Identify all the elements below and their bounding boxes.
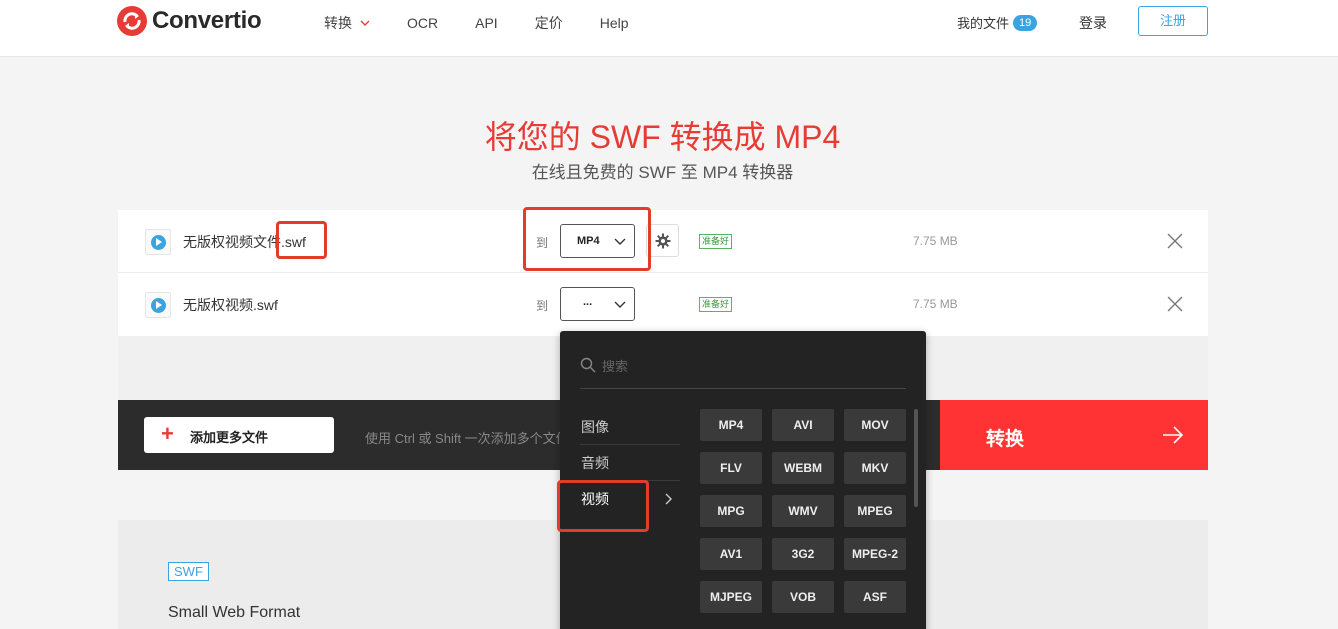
to-label: 到 bbox=[536, 299, 549, 313]
format-search bbox=[580, 353, 906, 389]
plus-icon: + bbox=[161, 421, 174, 446]
main-nav: 转换 OCR API 定价 Help bbox=[324, 13, 666, 33]
file-row: 无版权视频.swf 到 ... 准备好 7.75 MB bbox=[118, 273, 1208, 336]
format-option-mov[interactable]: MOV bbox=[844, 409, 906, 441]
my-files-label: 我的文件 bbox=[957, 16, 1010, 31]
play-preview-button[interactable] bbox=[145, 292, 171, 318]
format-option-asf[interactable]: ASF bbox=[844, 581, 906, 613]
dropdown-scrollbar[interactable] bbox=[914, 409, 918, 507]
chevron-down-icon bbox=[360, 20, 370, 26]
search-icon bbox=[580, 357, 596, 373]
remove-file-icon[interactable] bbox=[1167, 296, 1183, 312]
target-format-select[interactable]: ... bbox=[560, 287, 635, 321]
highlight-box bbox=[523, 207, 651, 271]
format-option-vob[interactable]: VOB bbox=[772, 581, 834, 613]
format-search-input[interactable] bbox=[602, 355, 892, 377]
multi-select-hint: 使用 Ctrl 或 Shift 一次添加多个文件 bbox=[365, 431, 569, 446]
highlight-box bbox=[276, 221, 327, 259]
format-option-wmv[interactable]: WMV bbox=[772, 495, 834, 527]
format-option-3g2[interactable]: 3G2 bbox=[772, 538, 834, 570]
format-option-mjpeg[interactable]: MJPEG bbox=[700, 581, 762, 613]
chevron-down-icon bbox=[614, 301, 626, 308]
logo-icon bbox=[117, 6, 147, 36]
file-name: 无版权视频.swf bbox=[183, 297, 278, 313]
my-files-link[interactable]: 我的文件 19 bbox=[957, 13, 1038, 32]
format-option-mkv[interactable]: MKV bbox=[844, 452, 906, 484]
status-badge: 准备好 bbox=[699, 297, 733, 312]
target-format-value: ... bbox=[583, 296, 593, 308]
format-option-mpeg-2[interactable]: MPEG-2 bbox=[844, 538, 906, 570]
format-option-mpeg[interactable]: MPEG bbox=[844, 495, 906, 527]
register-button[interactable]: 注册 bbox=[1138, 6, 1208, 36]
convertio-logo[interactable]: Convertio bbox=[117, 6, 262, 36]
format-option-mp4[interactable]: MP4 bbox=[700, 409, 762, 441]
play-preview-button[interactable] bbox=[145, 229, 171, 255]
nav-convert[interactable]: 转换 bbox=[324, 13, 370, 33]
format-option-mpg[interactable]: MPG bbox=[700, 495, 762, 527]
nav-ocr[interactable]: OCR bbox=[407, 13, 438, 33]
nav-help[interactable]: Help bbox=[600, 13, 629, 33]
add-more-files-button[interactable]: + 添加更多文件 bbox=[144, 417, 334, 453]
format-full-name: Small Web Format bbox=[168, 604, 301, 621]
file-size: 7.75 MB bbox=[913, 297, 958, 311]
nav-api[interactable]: API bbox=[475, 13, 498, 33]
nav-convert-label: 转换 bbox=[324, 15, 352, 31]
format-option-flv[interactable]: FLV bbox=[700, 452, 762, 484]
remove-file-icon[interactable] bbox=[1167, 233, 1183, 249]
file-name-base: 无版权视频文件 bbox=[183, 234, 281, 250]
page-subtitle: 在线且免费的 SWF 至 MP4 转换器 bbox=[531, 163, 794, 182]
chevron-right-icon bbox=[665, 493, 672, 505]
nav-pricing[interactable]: 定价 bbox=[535, 13, 563, 33]
file-count-badge: 19 bbox=[1013, 14, 1038, 31]
highlight-box bbox=[557, 480, 649, 532]
play-icon bbox=[150, 234, 166, 250]
category-image[interactable]: 图像 bbox=[580, 409, 680, 445]
add-more-files-label: 添加更多文件 bbox=[190, 430, 269, 445]
brand-name: Convertio bbox=[152, 7, 262, 34]
top-header: Convertio 转换 OCR API 定价 Help 我的文件 19 登录 … bbox=[0, 0, 1338, 57]
format-option-webm[interactable]: WEBM bbox=[772, 452, 834, 484]
format-option-av1[interactable]: AV1 bbox=[700, 538, 762, 570]
file-size: 7.75 MB bbox=[913, 234, 958, 248]
format-tag: SWF bbox=[168, 562, 209, 581]
login-link[interactable]: 登录 bbox=[1079, 13, 1107, 33]
gear-icon bbox=[655, 233, 670, 248]
format-option-avi[interactable]: AVI bbox=[772, 409, 834, 441]
status-badge: 准备好 bbox=[699, 234, 733, 249]
play-icon bbox=[150, 297, 166, 313]
arrow-right-icon bbox=[1163, 426, 1184, 444]
page-title: 将您的 SWF 转换成 MP4 bbox=[484, 119, 841, 155]
category-audio[interactable]: 音频 bbox=[580, 445, 680, 481]
convert-label: 转换 bbox=[986, 429, 1025, 450]
convert-button[interactable]: 转换 bbox=[940, 400, 1208, 470]
